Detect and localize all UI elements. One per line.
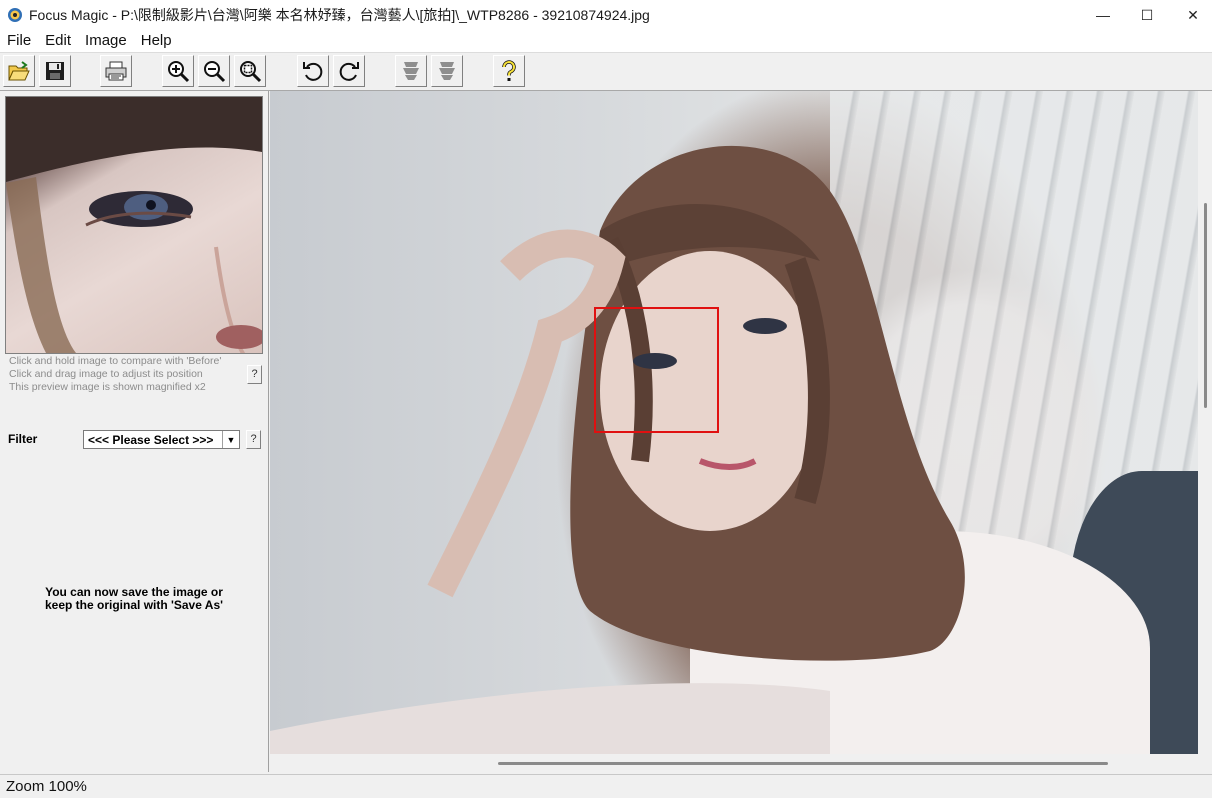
menu-help[interactable]: Help — [134, 30, 179, 52]
rotate-right-button[interactable] — [333, 55, 365, 87]
vertical-scroll-thumb[interactable] — [1204, 203, 1207, 408]
chevron-down-icon: ▼ — [222, 431, 239, 448]
horizontal-scrollbar[interactable] — [270, 755, 1198, 772]
preview-image-content — [6, 97, 262, 353]
maximize-button[interactable]: ☐ — [1124, 0, 1170, 30]
open-icon — [8, 61, 30, 81]
zoom-out-icon — [204, 61, 226, 83]
minimize-button[interactable]: — — [1080, 0, 1126, 30]
hint-line: Click and hold image to compare with 'Be… — [9, 355, 222, 367]
save-icon — [46, 62, 64, 80]
save-message-line: keep the original with 'Save As' — [45, 598, 223, 612]
toolbar — [0, 53, 1212, 91]
save-button[interactable] — [39, 55, 71, 87]
help-icon — [502, 60, 516, 81]
zoom-fit-button[interactable] — [234, 55, 266, 87]
vertical-scrollbar[interactable] — [1199, 91, 1212, 754]
filter-select[interactable]: <<< Please Select >>> ▼ — [83, 430, 240, 449]
preview-hints: Click and hold image to compare with 'Be… — [9, 355, 244, 394]
preview-image[interactable] — [5, 96, 263, 354]
title-bar: Focus Magic - P:\限制級影片\台灣\阿樂 本名林妤臻，台灣藝人\… — [0, 0, 1212, 30]
menu-image[interactable]: Image — [78, 30, 134, 52]
hint-line: This preview image is shown magnified x2 — [9, 381, 206, 393]
focus-after-button[interactable] — [431, 55, 463, 87]
focus-after-icon — [439, 62, 455, 80]
maximize-icon: ☐ — [1140, 6, 1154, 23]
print-icon — [105, 61, 127, 81]
focus-before-button[interactable] — [395, 55, 427, 87]
menu-bar: File Edit Image Help — [0, 30, 1212, 53]
status-bar: Zoom 100% — [0, 774, 1212, 798]
zoom-status: Zoom 100% — [6, 778, 87, 795]
left-panel: Click and hold image to compare with 'Be… — [0, 91, 269, 772]
image-figure — [270, 145, 965, 754]
rotate-right-icon — [339, 62, 359, 81]
open-button[interactable] — [3, 55, 35, 87]
close-button[interactable]: ✕ — [1170, 0, 1212, 30]
filter-help-button[interactable]: ? — [246, 430, 261, 449]
zoom-out-button[interactable] — [198, 55, 230, 87]
menu-file[interactable]: File — [0, 30, 38, 52]
preview-help-button[interactable]: ? — [247, 365, 262, 384]
minimize-icon: — — [1096, 7, 1110, 23]
filter-label: Filter — [8, 432, 38, 446]
focus-before-icon — [403, 62, 419, 80]
menu-edit[interactable]: Edit — [38, 30, 78, 52]
zoom-in-button[interactable] — [162, 55, 194, 87]
help-button[interactable] — [493, 55, 525, 87]
window-title: Focus Magic - P:\限制級影片\台灣\阿樂 本名林妤臻，台灣藝人\… — [29, 7, 650, 23]
zoom-fit-icon — [240, 61, 262, 83]
rotate-left-icon — [303, 62, 323, 81]
close-icon: ✕ — [1187, 6, 1199, 23]
focus-selection-rect[interactable] — [594, 307, 719, 433]
horizontal-scroll-thumb[interactable] — [498, 762, 1108, 765]
filter-selected-value: <<< Please Select >>> — [88, 432, 214, 447]
rotate-left-button[interactable] — [297, 55, 329, 87]
main-image[interactable] — [270, 91, 1198, 754]
hint-line: Click and drag image to adjust its posit… — [9, 368, 203, 380]
zoom-in-icon — [168, 61, 190, 83]
print-button[interactable] — [100, 55, 132, 87]
save-message: You can now save the image or keep the o… — [20, 586, 248, 612]
app-icon — [8, 8, 22, 22]
